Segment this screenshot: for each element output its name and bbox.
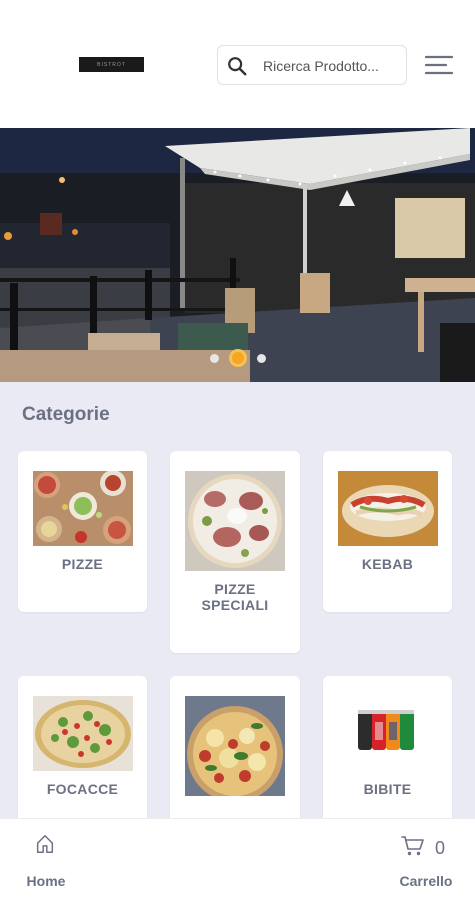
category-card-pizze-speciali[interactable]: PIZZE SPECIALI — [170, 451, 300, 653]
categories-section: Categorie PIZZE PIZZE SPECIALI KEBAB FOC… — [0, 382, 475, 818]
category-card-focacce[interactable]: FOCACCE — [18, 676, 147, 818]
section-title: Categorie — [22, 404, 110, 425]
home-icon — [36, 835, 54, 853]
hamburger-menu-icon[interactable] — [424, 53, 454, 77]
brand-logo-text: BISTROT — [97, 61, 126, 68]
category-card-5[interactable] — [170, 676, 300, 818]
carousel-dot-active[interactable] — [228, 349, 247, 367]
nav-cart-label: Carrello — [399, 873, 453, 889]
pizze-speciali-thumbnail — [185, 471, 285, 571]
carousel-dot[interactable] — [209, 353, 219, 363]
category-name: FOCACCE — [46, 781, 119, 797]
focacce-thumbnail — [33, 696, 133, 771]
search-input[interactable]: Ricerca Prodotto... — [263, 58, 379, 74]
pizza-thumbnail — [185, 696, 285, 796]
pizze-thumbnail — [33, 471, 133, 546]
category-name: PIZZE SPECIALI — [201, 581, 269, 613]
bibite-thumbnail — [338, 696, 438, 771]
nav-home-label: Home — [26, 873, 66, 889]
app-header: BISTROT Ricerca Prodotto... — [0, 0, 475, 128]
search-icon[interactable] — [226, 55, 248, 77]
bottom-navigation: Home 0 Carrello — [0, 818, 475, 900]
brand-logo[interactable]: BISTROT — [79, 57, 144, 72]
cart-icon — [401, 836, 424, 856]
kebab-thumbnail — [338, 471, 438, 546]
hero-image — [0, 128, 475, 382]
nav-cart-button[interactable]: 0 Carrello — [395, 831, 457, 889]
category-name: BIBITE — [363, 781, 412, 797]
category-card-bibite[interactable]: BIBITE — [323, 676, 452, 818]
category-card-kebab[interactable]: KEBAB — [323, 451, 452, 612]
hero-carousel[interactable] — [0, 128, 475, 382]
nav-home-button[interactable]: Home — [20, 831, 72, 889]
search-bar[interactable]: Ricerca Prodotto... — [217, 45, 407, 85]
category-name: PIZZE — [61, 556, 104, 572]
category-card-pizze[interactable]: PIZZE — [18, 451, 147, 612]
carousel-indicators — [0, 349, 475, 367]
carousel-dot[interactable] — [256, 353, 266, 363]
category-name: KEBAB — [361, 556, 414, 572]
cart-count: 0 — [435, 838, 446, 858]
